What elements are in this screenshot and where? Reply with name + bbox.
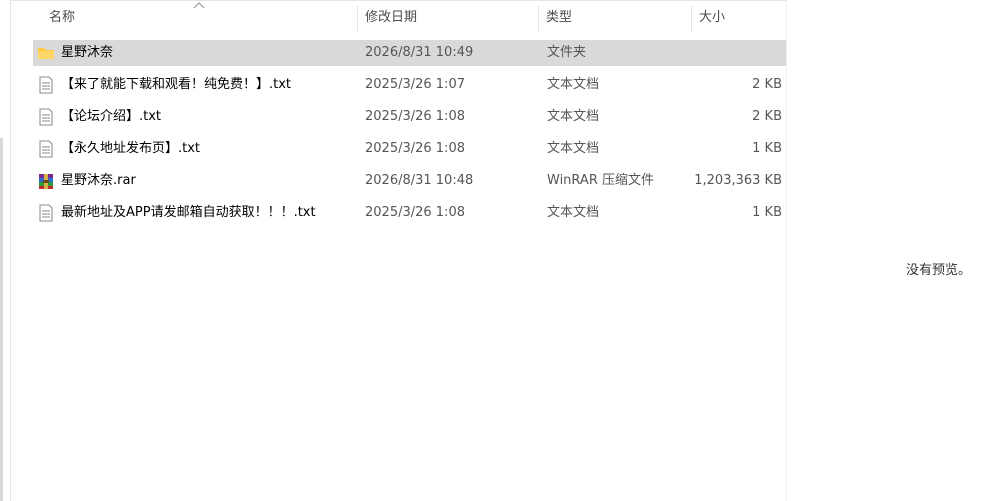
- file-size: [672, 40, 782, 66]
- file-date: 2026/8/31 10:48: [365, 173, 474, 188]
- column-header-row: 名称 修改日期 类型 大小: [11, 2, 787, 34]
- file-date: 2025/3/26 1:07: [365, 77, 465, 92]
- column-header-size[interactable]: 大小: [692, 2, 787, 34]
- text-file-icon: [39, 140, 53, 158]
- navigation-scrollbar[interactable]: [0, 138, 3, 501]
- no-preview-message: 没有预览。: [905, 263, 971, 278]
- file-list: 名称 修改日期 类型 大小 星野沐奈 2026/8/31 10:49 文件夹 【…: [10, 0, 787, 501]
- file-size: 1 KB: [752, 205, 782, 220]
- file-size: 2 KB: [752, 77, 782, 92]
- preview-pane: 没有预览。: [786, 0, 1000, 501]
- file-name: 星野沐奈.rar: [61, 173, 136, 188]
- file-size: 1 KB: [752, 141, 782, 156]
- text-file-icon: [39, 108, 53, 126]
- column-header-size-label: 大小: [699, 10, 726, 25]
- file-size: 2 KB: [752, 109, 782, 124]
- file-row-folder[interactable]: 星野沐奈 2026/8/31 10:49 文件夹: [33, 40, 786, 66]
- sort-ascending-icon: [193, 2, 205, 9]
- file-name: 【论坛介绍】.txt: [61, 109, 162, 124]
- column-header-name[interactable]: 名称: [11, 2, 357, 34]
- text-file-icon: [39, 76, 53, 94]
- file-date: 2026/8/31 10:49: [365, 45, 474, 60]
- file-date: 2025/3/26 1:08: [365, 205, 465, 220]
- column-header-date-label: 修改日期: [365, 10, 418, 25]
- column-header-date[interactable]: 修改日期: [358, 2, 538, 34]
- header-top-divider: [11, 0, 787, 1]
- column-header-name-label: 名称: [49, 10, 76, 25]
- file-row[interactable]: 最新地址及APP请发邮箱自动获取！！！.txt 2025/3/26 1:08 文…: [33, 200, 786, 226]
- file-row[interactable]: 【来了就能下载和观看！纯免费！】.txt 2025/3/26 1:07 文本文档…: [33, 72, 786, 98]
- text-file-icon: [39, 204, 53, 222]
- file-name: 【永久地址发布页】.txt: [61, 141, 201, 156]
- file-row[interactable]: 星野沐奈.rar 2026/8/31 10:48 WinRAR 压缩文件 1,2…: [33, 168, 786, 194]
- file-name: 最新地址及APP请发邮箱自动获取！！！.txt: [61, 205, 316, 220]
- file-date: 2025/3/26 1:08: [365, 141, 465, 156]
- file-name: 星野沐奈: [61, 45, 114, 60]
- winrar-archive-icon: [39, 174, 53, 189]
- column-header-type[interactable]: 类型: [539, 2, 691, 34]
- file-size: 1,203,363 KB: [694, 173, 782, 188]
- file-row[interactable]: 【论坛介绍】.txt 2025/3/26 1:08 文本文档 2 KB: [33, 104, 786, 130]
- file-row[interactable]: 【永久地址发布页】.txt 2025/3/26 1:08 文本文档 1 KB: [33, 136, 786, 162]
- file-name: 【来了就能下载和观看！纯免费！】.txt: [61, 77, 292, 92]
- folder-icon: [38, 48, 54, 59]
- navigation-pane-edge: [0, 0, 10, 501]
- file-date: 2025/3/26 1:08: [365, 109, 465, 124]
- column-header-type-label: 类型: [546, 10, 573, 25]
